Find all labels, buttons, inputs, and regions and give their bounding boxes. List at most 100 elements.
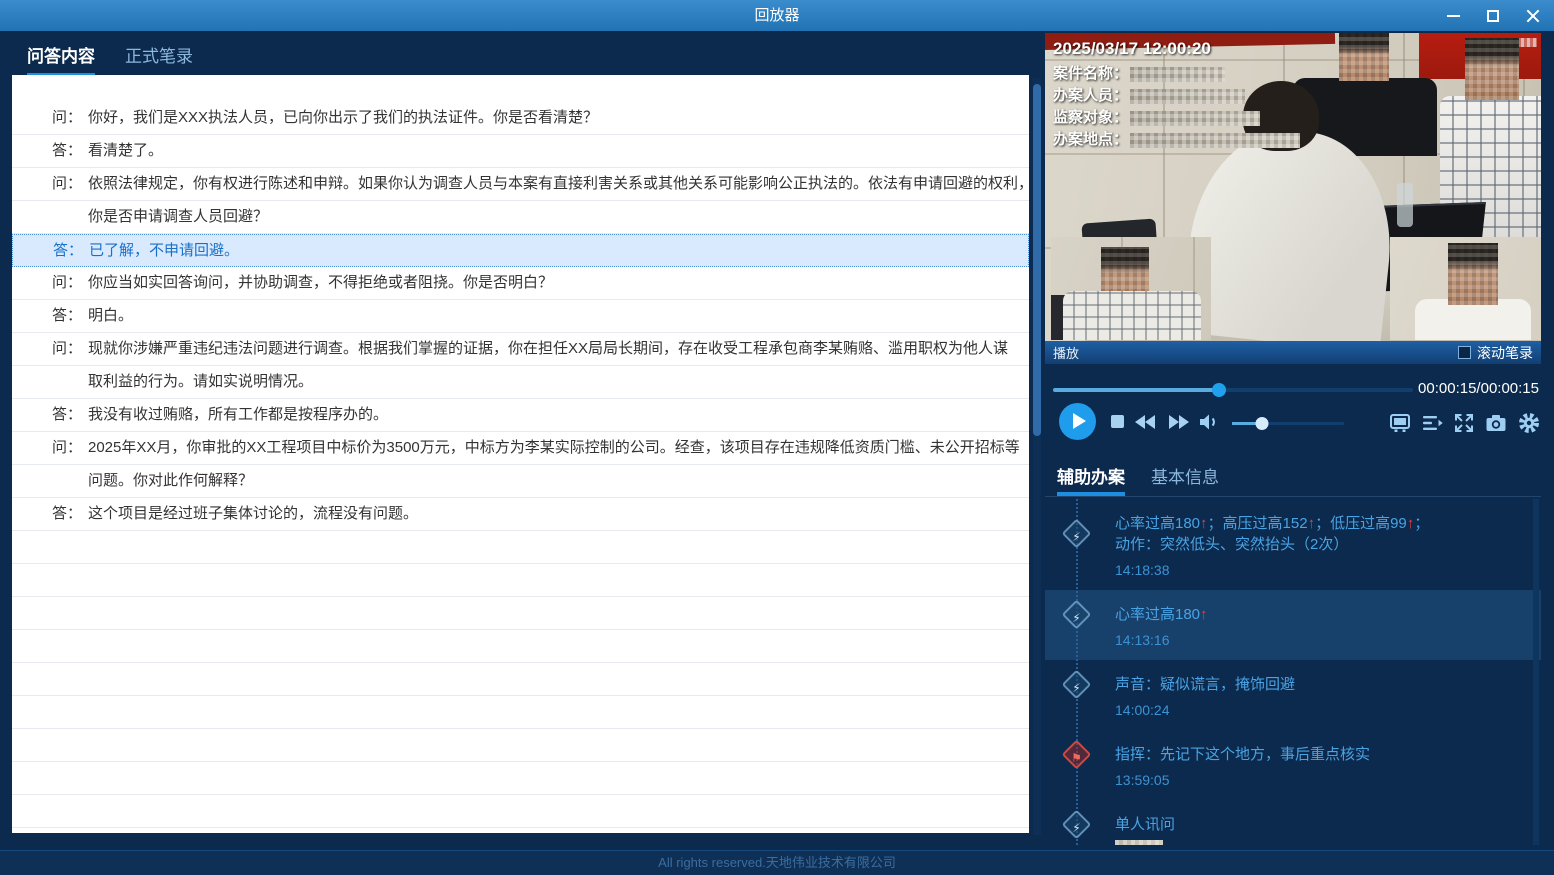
qa-row-selected[interactable]: 答：已了解，不申请回避。 xyxy=(12,234,1029,267)
alert-item[interactable]: ⚑指挥：先记下这个地方，事后重点核实13:59:05 xyxy=(1045,730,1541,800)
qa-row[interactable]: 答：明白。 xyxy=(12,300,1029,333)
tab-formal-transcript[interactable]: 正式笔录 xyxy=(125,42,193,77)
seek-handle[interactable] xyxy=(1212,383,1226,397)
water-bottle xyxy=(1397,183,1413,227)
qa-speaker-prefix: 问： xyxy=(52,168,88,200)
qa-row[interactable]: 问题。你对此作何解释？ xyxy=(12,465,1029,498)
scroll-transcript-checkbox[interactable] xyxy=(1458,346,1471,359)
play-button[interactable] xyxy=(1059,403,1096,440)
left-tab-bar: 问答内容 正式笔录 xyxy=(27,42,193,77)
alerts-scrollbar[interactable] xyxy=(1533,499,1539,845)
playlist-icon xyxy=(1420,411,1444,435)
qa-row[interactable]: 取利益的行为。请如实说明情况。 xyxy=(12,366,1029,399)
qa-text: 取利益的行为。请如实说明情况。 xyxy=(88,373,313,390)
pip-camera-left[interactable] xyxy=(1051,237,1211,340)
tab-qa-content[interactable]: 问答内容 xyxy=(27,42,95,77)
qa-row[interactable]: 问：你好，我们是XXX执法人员，已向你出示了我们的执法证件。你是否看清楚？ xyxy=(12,102,1029,135)
pixelated-face xyxy=(1339,33,1389,81)
qa-speaker-prefix: 答： xyxy=(52,300,88,332)
alert-thumbnail[interactable] xyxy=(1115,840,1163,845)
lightning-icon: ⚡ xyxy=(1062,810,1092,840)
settings-button[interactable] xyxy=(1517,411,1541,435)
stop-button[interactable] xyxy=(1111,415,1124,428)
monitor-icon xyxy=(1388,411,1412,435)
tab-basic-info[interactable]: 基本信息 xyxy=(1151,463,1219,496)
close-button[interactable] xyxy=(1520,5,1546,27)
qa-text: 依照法律规定，你有权进行陈述和申辩。如果你认为调查人员与本案有直接利害关系或其他… xyxy=(88,175,1029,192)
alert-time: 14:00:24 xyxy=(1115,702,1531,718)
qa-empty-row xyxy=(12,597,1029,630)
alert-text: 动作：突然低头、突然抬头（2次） xyxy=(1115,534,1531,555)
playlist-button[interactable] xyxy=(1420,411,1444,435)
alert-time: 13:59:05 xyxy=(1115,772,1531,788)
gear-icon xyxy=(1517,411,1541,435)
video-osd: 2025/03/17 12:00:20 案件名称： 办案人员： 监察对象： 办案… xyxy=(1053,39,1300,151)
qa-speaker-prefix: 问： xyxy=(52,432,88,464)
qa-empty-row xyxy=(12,663,1029,696)
qa-text: 明白。 xyxy=(88,307,133,324)
snapshot-button[interactable] xyxy=(1484,411,1508,435)
rewind-button[interactable] xyxy=(1135,415,1155,434)
qa-speaker-prefix: 答： xyxy=(52,135,88,167)
qa-row[interactable]: 答：这个项目是经过班子集体讨论的，流程没有问题。 xyxy=(12,498,1029,531)
alert-text: 心率过高180↑；高压过高152↑；低压过高99↑； xyxy=(1115,513,1531,534)
speaker-icon xyxy=(1197,410,1221,434)
playback-window: 回放器 问答内容 正式笔录 问：你好，我们是XXX执法人员，已向你出示了我们的执… xyxy=(0,0,1554,875)
fullscreen-button[interactable] xyxy=(1452,411,1476,435)
seek-fill xyxy=(1053,388,1219,392)
pixelated-face xyxy=(1465,38,1519,100)
monitor-button[interactable] xyxy=(1388,411,1412,435)
video-player[interactable]: 2025/03/17 12:00:20 案件名称： 办案人员： 监察对象： 办案… xyxy=(1045,33,1541,341)
maximize-button[interactable] xyxy=(1480,5,1506,27)
qa-text: 我没有收过贿赂，所有工作都是按程序办的。 xyxy=(88,406,388,423)
case-location-label: 办案地点： xyxy=(1053,131,1128,148)
qa-row[interactable]: 问：依照法律规定，你有权进行陈述和申辩。如果你认为调查人员与本案有直接利害关系或… xyxy=(12,168,1029,201)
qa-text: 现就你涉嫌严重违纪违法问题进行调查。根据我们掌握的证据，你在担任XX局局长期间，… xyxy=(88,340,1008,357)
transcript-scrollbar[interactable] xyxy=(1033,78,1041,835)
qa-row[interactable]: 问：2025年XX月，你审批的XX工程项目中标价为3500万元，中标方为李某实际… xyxy=(12,432,1029,465)
qa-empty-row xyxy=(12,696,1029,729)
alert-time: 14:13:16 xyxy=(1115,632,1531,648)
volume-handle[interactable] xyxy=(1256,417,1269,430)
alert-item[interactable]: ⚡ 心率过高180↑；高压过高152↑；低压过高99↑；动作：突然低头、突然抬头（… xyxy=(1045,499,1541,590)
qa-empty-row xyxy=(12,564,1029,597)
alert-text: 单人讯问 xyxy=(1115,814,1531,835)
qa-speaker-prefix: 问： xyxy=(52,102,88,134)
up-arrow-icon: ↑ xyxy=(1200,515,1208,532)
tab-assisted-casework[interactable]: 辅助办案 xyxy=(1057,463,1125,496)
case-officer-label: 办案人员： xyxy=(1053,87,1128,104)
fast-forward-button[interactable] xyxy=(1169,415,1189,434)
qa-row[interactable]: 问：现就你涉嫌严重违纪违法问题进行调查。根据我们掌握的证据，你在担任XX局局长期… xyxy=(12,333,1029,366)
qa-row[interactable]: 答：看清楚了。 xyxy=(12,135,1029,168)
qa-text: 你是否申请调查人员回避？ xyxy=(88,208,268,225)
alert-item[interactable]: ⚡声音：疑似谎言，掩饰回避14:00:24 xyxy=(1045,660,1541,730)
maximize-icon xyxy=(1487,10,1499,22)
alert-item[interactable]: ⚡ 单人讯问 xyxy=(1045,800,1541,845)
volume-slider[interactable] xyxy=(1232,422,1344,425)
redacted-value xyxy=(1130,133,1300,148)
alert-item-selected[interactable]: ⚡心率过高180↑14:13:16 xyxy=(1045,590,1541,660)
copyright-footer: All rights reserved.天地伟业技术有限公司 xyxy=(0,850,1554,875)
scrollbar-thumb[interactable] xyxy=(1033,84,1041,436)
lightning-icon: ⚡ xyxy=(1062,519,1092,549)
alert-time: 14:18:38 xyxy=(1115,562,1531,578)
minimize-icon xyxy=(1447,15,1460,17)
fullscreen-icon xyxy=(1452,411,1476,435)
titlebar: 回放器 xyxy=(0,0,1554,31)
lightning-icon: ⚡ xyxy=(1062,600,1092,630)
alert-timeline[interactable]: ⚡ 心率过高180↑；高压过高152↑；低压过高99↑；动作：突然低头、突然抬头（… xyxy=(1045,499,1541,845)
qa-row[interactable]: 你是否申请调查人员回避？ xyxy=(12,201,1029,234)
right-tab-bar: 辅助办案 基本信息 xyxy=(1045,463,1541,497)
volume-button[interactable] xyxy=(1197,410,1221,439)
minimize-button[interactable] xyxy=(1440,5,1466,27)
qa-row[interactable]: 答：我没有收过贿赂，所有工作都是按程序办的。 xyxy=(12,399,1029,432)
redacted-value xyxy=(1130,89,1245,104)
qa-row[interactable]: 问：你应当如实回答询问，并协助调查，不得拒绝或者阻挠。你是否明白？ xyxy=(12,267,1029,300)
camera-icon xyxy=(1484,411,1508,435)
qa-speaker-prefix: 答： xyxy=(52,399,88,431)
qa-speaker-prefix: 问： xyxy=(52,333,88,365)
seek-bar[interactable] xyxy=(1053,388,1413,392)
rewind-icon xyxy=(1135,415,1145,429)
pip-camera-right[interactable] xyxy=(1390,237,1541,340)
qa-transcript-panel[interactable]: 问：你好，我们是XXX执法人员，已向你出示了我们的执法证件。你是否看清楚？答：看… xyxy=(12,75,1029,833)
